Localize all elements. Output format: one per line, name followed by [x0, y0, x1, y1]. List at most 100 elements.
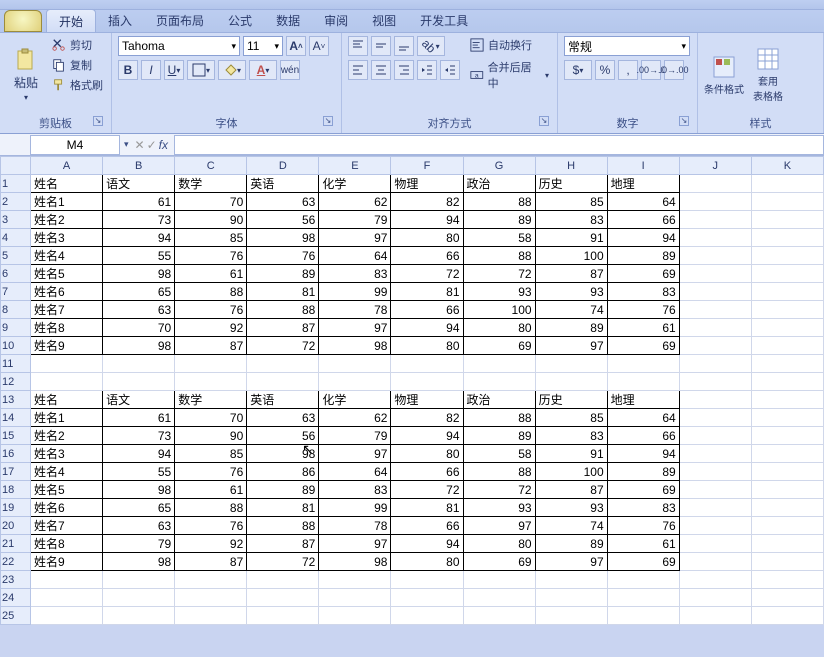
- cell-A25[interactable]: [31, 607, 103, 625]
- cell-I12[interactable]: [607, 373, 679, 391]
- cell-G25[interactable]: [463, 607, 535, 625]
- cell-E11[interactable]: [319, 355, 391, 373]
- cell-B21[interactable]: 79: [103, 535, 175, 553]
- cell-A4[interactable]: 姓名3: [31, 229, 103, 247]
- cell-K2[interactable]: [751, 193, 823, 211]
- cell-I25[interactable]: [607, 607, 679, 625]
- cell-G6[interactable]: 72: [463, 265, 535, 283]
- cell-I1[interactable]: 地理: [607, 175, 679, 193]
- cell-G16[interactable]: 58: [463, 445, 535, 463]
- cell-D9[interactable]: 87: [247, 319, 319, 337]
- cell-C18[interactable]: 61: [175, 481, 247, 499]
- cell-I10[interactable]: 69: [607, 337, 679, 355]
- col-header-F[interactable]: F: [391, 157, 463, 175]
- merge-center-button[interactable]: a 合并后居中▾: [468, 58, 551, 92]
- cell-F2[interactable]: 82: [391, 193, 463, 211]
- wrap-text-button[interactable]: 自动换行: [468, 36, 551, 54]
- cell-E21[interactable]: 97: [319, 535, 391, 553]
- cell-F3[interactable]: 94: [391, 211, 463, 229]
- cell-I13[interactable]: 地理: [607, 391, 679, 409]
- cell-A13[interactable]: 姓名: [31, 391, 103, 409]
- cell-F23[interactable]: [391, 571, 463, 589]
- cell-D22[interactable]: 72: [247, 553, 319, 571]
- cell-J11[interactable]: [679, 355, 751, 373]
- cell-K4[interactable]: [751, 229, 823, 247]
- cell-E9[interactable]: 97: [319, 319, 391, 337]
- cell-J6[interactable]: [679, 265, 751, 283]
- cell-K18[interactable]: [751, 481, 823, 499]
- cell-G19[interactable]: 93: [463, 499, 535, 517]
- row-header-11[interactable]: 11: [1, 355, 31, 373]
- cell-I3[interactable]: 66: [607, 211, 679, 229]
- cell-I7[interactable]: 83: [607, 283, 679, 301]
- cell-I19[interactable]: 83: [607, 499, 679, 517]
- row-header-19[interactable]: 19: [1, 499, 31, 517]
- row-header-10[interactable]: 10: [1, 337, 31, 355]
- cell-E24[interactable]: [319, 589, 391, 607]
- cell-E22[interactable]: 98: [319, 553, 391, 571]
- cell-K23[interactable]: [751, 571, 823, 589]
- dialog-launcher-icon[interactable]: ↘: [539, 116, 549, 126]
- cell-I9[interactable]: 61: [607, 319, 679, 337]
- cell-K12[interactable]: [751, 373, 823, 391]
- cell-K1[interactable]: [751, 175, 823, 193]
- cell-C21[interactable]: 92: [175, 535, 247, 553]
- cell-J24[interactable]: [679, 589, 751, 607]
- cell-K13[interactable]: [751, 391, 823, 409]
- cell-F1[interactable]: 物理: [391, 175, 463, 193]
- increase-font-button[interactable]: A˄: [286, 36, 306, 56]
- cell-F8[interactable]: 66: [391, 301, 463, 319]
- cell-F12[interactable]: [391, 373, 463, 391]
- cell-C10[interactable]: 87: [175, 337, 247, 355]
- cell-H14[interactable]: 85: [535, 409, 607, 427]
- cell-A24[interactable]: [31, 589, 103, 607]
- cell-J12[interactable]: [679, 373, 751, 391]
- font-color-button[interactable]: A▾: [249, 60, 277, 80]
- cell-D13[interactable]: 英语: [247, 391, 319, 409]
- cell-B12[interactable]: [103, 373, 175, 391]
- cell-B16[interactable]: 94: [103, 445, 175, 463]
- cell-D21[interactable]: 87: [247, 535, 319, 553]
- cell-C1[interactable]: 数学: [175, 175, 247, 193]
- fill-color-button[interactable]: ▾: [218, 60, 246, 80]
- cell-K11[interactable]: [751, 355, 823, 373]
- cell-B18[interactable]: 98: [103, 481, 175, 499]
- cell-D25[interactable]: [247, 607, 319, 625]
- cell-I17[interactable]: 89: [607, 463, 679, 481]
- cell-D20[interactable]: 88: [247, 517, 319, 535]
- cell-G22[interactable]: 69: [463, 553, 535, 571]
- align-middle-button[interactable]: [371, 36, 391, 56]
- cell-H21[interactable]: 89: [535, 535, 607, 553]
- cell-G12[interactable]: [463, 373, 535, 391]
- cell-B8[interactable]: 63: [103, 301, 175, 319]
- cell-A22[interactable]: 姓名9: [31, 553, 103, 571]
- cell-J19[interactable]: [679, 499, 751, 517]
- cell-C23[interactable]: [175, 571, 247, 589]
- cell-J18[interactable]: [679, 481, 751, 499]
- cell-F18[interactable]: 72: [391, 481, 463, 499]
- cell-C12[interactable]: [175, 373, 247, 391]
- cell-H10[interactable]: 97: [535, 337, 607, 355]
- cell-E20[interactable]: 78: [319, 517, 391, 535]
- cell-B17[interactable]: 55: [103, 463, 175, 481]
- align-left-button[interactable]: [348, 60, 368, 80]
- cell-K7[interactable]: [751, 283, 823, 301]
- row-header-12[interactable]: 12: [1, 373, 31, 391]
- font-name-combo[interactable]: Tahoma▾: [118, 36, 240, 56]
- cell-D2[interactable]: 63: [247, 193, 319, 211]
- cell-I18[interactable]: 69: [607, 481, 679, 499]
- cell-H9[interactable]: 89: [535, 319, 607, 337]
- row-header-3[interactable]: 3: [1, 211, 31, 229]
- cell-F20[interactable]: 66: [391, 517, 463, 535]
- conditional-format-button[interactable]: 条件格式: [704, 36, 744, 114]
- cell-E5[interactable]: 64: [319, 247, 391, 265]
- fx-icon[interactable]: fx: [159, 138, 168, 152]
- cell-D6[interactable]: 89: [247, 265, 319, 283]
- increase-indent-button[interactable]: [440, 60, 460, 80]
- cell-J8[interactable]: [679, 301, 751, 319]
- increase-decimal-button[interactable]: .00→.0: [641, 60, 661, 80]
- cell-C2[interactable]: 70: [175, 193, 247, 211]
- cell-E16[interactable]: 97: [319, 445, 391, 463]
- cell-H11[interactable]: [535, 355, 607, 373]
- cell-J25[interactable]: [679, 607, 751, 625]
